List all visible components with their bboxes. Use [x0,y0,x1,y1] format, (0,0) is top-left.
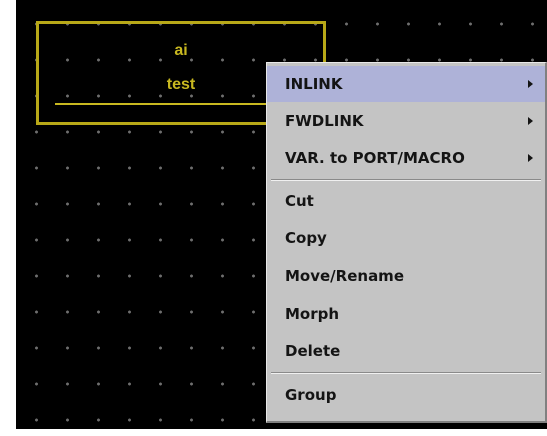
menu-item-label: INLINK [285,75,343,93]
menu-separator [271,372,541,374]
menu-item-delete[interactable]: Delete [267,333,545,369]
record-type-label: ai [174,42,188,59]
submenu-arrow-icon [528,154,533,162]
menu-item-label: FWDLINK [285,112,364,130]
menu-item-label: Copy [285,229,327,247]
menu-item-group[interactable]: Group [267,377,545,413]
menu-item-label: Move/Rename [285,267,404,285]
menu-item-copy[interactable]: Copy [267,220,545,256]
context-menu: INLINK FWDLINK VAR. to PORT/MACRO Cut Co… [266,62,547,423]
menu-item-morph[interactable]: Morph [267,296,545,332]
menu-item-move-rename[interactable]: Move/Rename [267,258,545,294]
menu-item-label: Morph [285,305,340,323]
menu-item-cut[interactable]: Cut [267,183,545,219]
menu-item-label: Delete [285,342,341,360]
menu-separator [271,179,541,181]
menu-item-label: Cut [285,192,314,210]
menu-item-fwdlink[interactable]: FWDLINK [267,103,545,139]
submenu-arrow-icon [528,117,533,125]
submenu-arrow-icon [528,80,533,88]
record-underline [55,103,295,105]
menu-item-label: Group [285,386,337,404]
menu-item-label: VAR. to PORT/MACRO [285,149,465,167]
menu-item-var-to-port-macro[interactable]: VAR. to PORT/MACRO [267,140,545,176]
menu-item-inlink[interactable]: INLINK [267,66,545,102]
